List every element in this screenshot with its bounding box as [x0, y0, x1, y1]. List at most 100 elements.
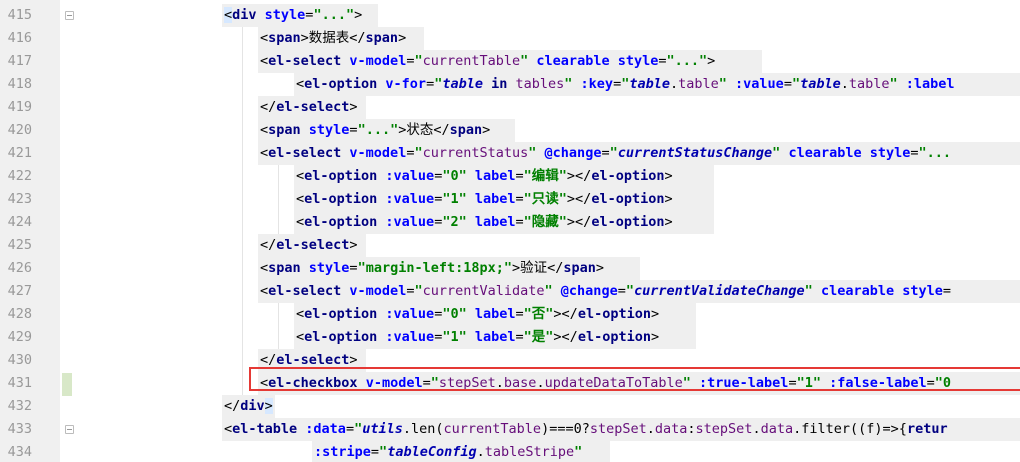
- code-token: :value: [726, 76, 784, 92]
- code-token: <: [296, 306, 305, 322]
- code-token: ": [804, 283, 813, 299]
- code-token: "...": [666, 53, 708, 69]
- code-token: ": [414, 145, 423, 161]
- code-token: ></: [553, 329, 578, 345]
- code-line[interactable]: </el-select>: [260, 96, 358, 119]
- code-token: :data: [305, 421, 346, 437]
- code-token: currentValidateChange: [633, 283, 805, 299]
- code-token: style: [264, 7, 306, 23]
- code-editor[interactable]: 415 416 417 418 419 420 421 422 423 424 425 426 427 4…: [0, 0, 1020, 462]
- code-token: label: [466, 306, 516, 322]
- code-token: table: [629, 76, 670, 92]
- code-token: >: [664, 191, 673, 207]
- line-number: 423: [7, 191, 32, 207]
- code-token: <: [296, 214, 305, 230]
- fold-toggle-icon[interactable]: [65, 425, 74, 434]
- code-token: span: [365, 30, 399, 46]
- code-token: "0": [442, 168, 467, 184]
- code-line[interactable]: <span style="...">状态</span>: [260, 119, 490, 142]
- code-token: el-option: [591, 214, 665, 230]
- code-token: span: [268, 122, 309, 138]
- code-line[interactable]: <span>数据表</span>: [260, 27, 406, 50]
- code-token: table: [800, 76, 841, 92]
- code-token: .: [402, 421, 411, 437]
- code-token: <: [260, 122, 269, 138]
- line-number: 429: [7, 329, 32, 345]
- code-token: @change: [536, 145, 602, 161]
- code-token: div: [240, 398, 265, 414]
- code-token: currentValidate: [422, 283, 545, 299]
- code-line[interactable]: <el-option :value="0" label="否"></el-opt…: [296, 303, 659, 326]
- code-token: <: [260, 260, 269, 276]
- code-token: =: [613, 76, 622, 92]
- code-token: @change: [552, 283, 618, 299]
- code-token: table: [848, 76, 890, 92]
- code-token: :: [687, 421, 696, 437]
- code-token: ": [414, 283, 423, 299]
- code-token: "1": [442, 191, 467, 207]
- code-token: ": [414, 53, 423, 69]
- code-token: </: [260, 99, 277, 115]
- code-token: ": [379, 444, 388, 460]
- line-number: 426: [7, 260, 32, 276]
- code-token: ": [609, 145, 618, 161]
- code-token: "编辑": [523, 168, 567, 184]
- code-line[interactable]: <div style="...">: [224, 4, 362, 27]
- code-token: >: [349, 352, 358, 368]
- code-token: clearable style: [528, 53, 659, 69]
- code-line[interactable]: <el-option :value="0" label="编辑"></el-op…: [296, 165, 673, 188]
- code-token: el-option: [591, 168, 665, 184]
- code-line[interactable]: <el-option :value="1" label="只读"></el-op…: [296, 188, 673, 211]
- line-number-gutter: 415 416 417 418 419 420 421 422 423 424 425 426 427 4…: [0, 0, 60, 462]
- code-token: </: [224, 398, 241, 414]
- code-token: ": [718, 76, 727, 92]
- code-line[interactable]: </el-select>: [260, 234, 358, 257]
- code-token: v-model: [349, 53, 407, 69]
- highlight-annotation-box: [249, 367, 1020, 391]
- code-token: =: [345, 421, 355, 437]
- code-token: <: [296, 329, 305, 345]
- code-token: ></: [566, 191, 592, 207]
- code-token: :label: [897, 76, 955, 92]
- code-line[interactable]: <el-select v-model="currentStatus" @chan…: [260, 142, 951, 165]
- code-token: stepSet: [589, 421, 647, 437]
- code-token: div: [232, 7, 265, 23]
- code-token: table: [678, 76, 719, 92]
- code-line[interactable]: <el-option v-for="table in tables" :key=…: [296, 73, 955, 96]
- code-token: =: [910, 145, 919, 161]
- code-token: >: [354, 7, 363, 23]
- code-token: currentTable: [422, 53, 521, 69]
- line-number: 427: [7, 283, 32, 299]
- code-line[interactable]: <el-option :value="2" label="隐藏"></el-op…: [296, 211, 673, 234]
- line-number: 430: [7, 352, 32, 368]
- fold-toggle-icon[interactable]: [65, 11, 74, 20]
- code-token: =: [783, 76, 792, 92]
- code-token: :stripe: [314, 444, 371, 460]
- code-line[interactable]: <span style="margin-left:18px;">验证</span…: [260, 257, 604, 280]
- code-token: el-option: [304, 76, 386, 92]
- indent-guide: [278, 165, 279, 234]
- code-line[interactable]: <el-select v-model="currentValidate" @ch…: [260, 280, 951, 303]
- code-token: style: [308, 260, 350, 276]
- code-token: "只读": [523, 191, 567, 207]
- code-token: style: [308, 122, 350, 138]
- code-line[interactable]: :stripe="tableConfig.tableStripe": [314, 441, 582, 462]
- code-token: el-option: [304, 329, 386, 345]
- code-token: in: [482, 76, 516, 92]
- code-token: <: [260, 30, 269, 46]
- code-line[interactable]: <el-table :data="utils.len(currentTable)…: [224, 418, 948, 441]
- code-token: )===0?: [541, 421, 590, 437]
- code-token: data: [760, 421, 794, 437]
- code-token: ></: [566, 168, 592, 184]
- code-line[interactable]: </div>: [224, 395, 273, 418]
- code-token: <: [224, 421, 233, 437]
- line-number: 432: [7, 398, 32, 414]
- code-token: =: [515, 306, 524, 322]
- code-token: el-option: [304, 306, 386, 322]
- code-token: v-model: [349, 145, 407, 161]
- code-token: el-option: [577, 306, 651, 322]
- code-line[interactable]: <el-option :value="1" label="是"></el-opt…: [296, 326, 659, 349]
- code-token: "0": [442, 306, 467, 322]
- code-line[interactable]: <el-select v-model="currentTable" cleara…: [260, 50, 715, 73]
- code-token: "隐藏": [523, 214, 567, 230]
